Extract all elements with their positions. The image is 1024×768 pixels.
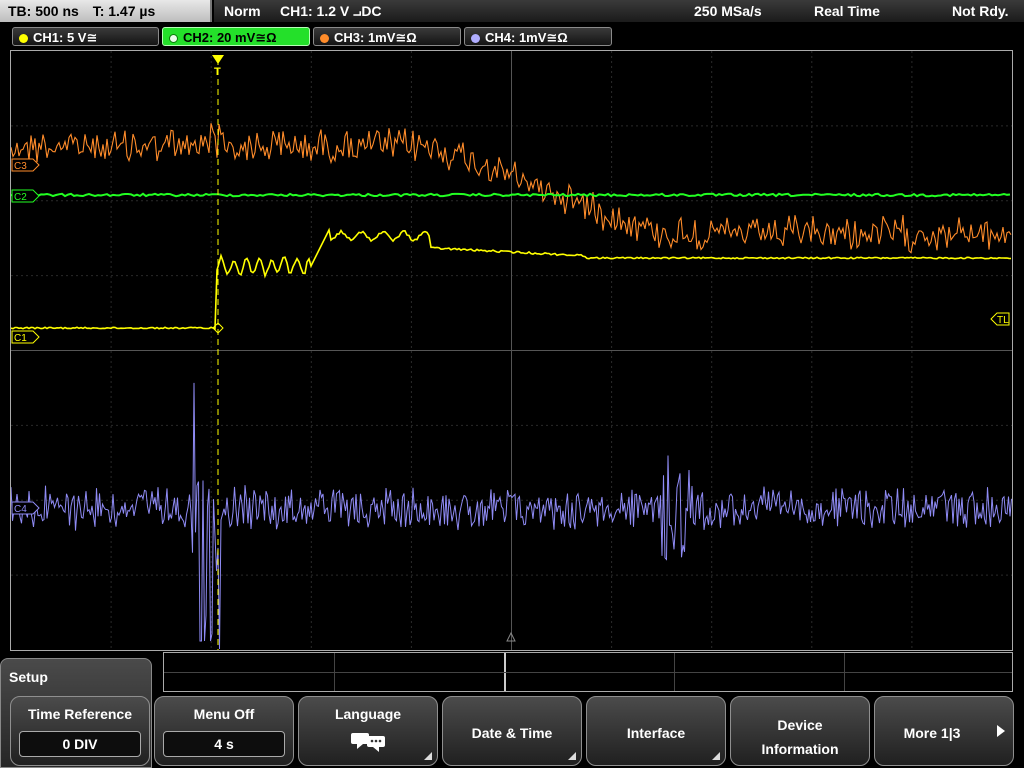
ch2-marker[interactable]: C2	[12, 190, 39, 203]
softkey-label: Interface	[587, 725, 725, 741]
time-reference-button[interactable]: Time Reference 0 DIV	[10, 696, 150, 766]
c3-label: C3	[14, 161, 27, 172]
channel-tab-ch2[interactable]: CH2: 20 mV≅Ω	[162, 27, 310, 46]
submenu-indicator-icon	[712, 752, 720, 760]
softkey-bar: Time Reference 0 DIV Menu Off 4 s Langua…	[0, 694, 1024, 768]
trigger-source[interactable]: CH1: 1.2 V ⨼DC	[280, 0, 382, 22]
device-information-button[interactable]: Device Information	[730, 696, 870, 766]
next-page-arrow-icon	[997, 725, 1005, 737]
top-bar: TB: 500 ns T: 1.47 µs Norm CH1: 1.2 V ⨼D…	[0, 0, 1024, 24]
softkey-label: Device Information	[761, 713, 839, 761]
softkey-label: More 1|3	[875, 725, 989, 741]
more-button[interactable]: More 1|3	[874, 696, 1014, 766]
ch4-dot-icon	[471, 34, 480, 43]
language-button[interactable]: Language	[298, 696, 438, 766]
acquisition-mode: Real Time	[814, 0, 880, 22]
menu-off-value: 4 s	[163, 731, 285, 757]
channel-label: CH2: 20 mV≅Ω	[183, 30, 277, 45]
waveform-display[interactable]: T C3 C2 C1 C4 TL	[10, 50, 1013, 651]
softkey-label: Menu Off	[155, 706, 293, 722]
trigger-pos-label: T	[214, 66, 221, 78]
timebase-label: TB: 500 ns	[8, 3, 79, 19]
c4-label: C4	[14, 504, 27, 515]
sample-rate: 250 MSa/s	[694, 0, 762, 22]
channel-tab-ch1[interactable]: CH1: 5 V≅	[12, 27, 159, 46]
channel-label: CH3: 1mV≅Ω	[334, 30, 417, 45]
trigger-level-marker[interactable]: TL	[991, 313, 1009, 326]
channel-tab-ch4[interactable]: CH4: 1mV≅Ω	[464, 27, 612, 46]
menu-off-button[interactable]: Menu Off 4 s	[154, 696, 294, 766]
softkey-label: Language	[299, 706, 437, 722]
timebase-box[interactable]: TB: 500 ns T: 1.47 µs	[0, 0, 212, 22]
trigger-mode[interactable]: Norm	[224, 0, 261, 22]
zoom-strip	[163, 652, 1013, 692]
time-reference-value: 0 DIV	[19, 731, 141, 757]
ch3-dot-icon	[320, 34, 329, 43]
menu-title: Setup	[9, 669, 48, 685]
interface-button[interactable]: Interface	[586, 696, 726, 766]
softkey-label: Date & Time	[443, 725, 581, 741]
ch2-trace	[11, 194, 1010, 196]
waveform-canvas: T C3 C2 C1 C4 TL	[11, 51, 1012, 650]
channel-bar: CH1: 5 V≅ CH2: 20 mV≅Ω CH3: 1mV≅Ω CH4: 1…	[0, 26, 1024, 48]
ch3-marker[interactable]: C3	[12, 159, 39, 172]
channel-label: CH4: 1mV≅Ω	[485, 30, 568, 45]
channel-label: CH1: 5 V≅	[33, 30, 97, 45]
c2-label: C2	[14, 192, 27, 203]
graticule-grid	[11, 51, 1012, 650]
speech-bubble-icon	[349, 731, 389, 753]
date-time-button[interactable]: Date & Time	[442, 696, 582, 766]
status-bar: Norm CH1: 1.2 V ⨼DC 250 MSa/s Real Time …	[214, 0, 1024, 22]
submenu-indicator-icon	[424, 752, 432, 760]
tl-label: TL	[997, 315, 1009, 326]
channel-tab-ch3[interactable]: CH3: 1mV≅Ω	[313, 27, 461, 46]
softkey-label: Time Reference	[11, 706, 149, 722]
ch2-dot-icon	[169, 34, 178, 43]
ch1-marker[interactable]: C1	[12, 331, 39, 344]
acquisition-state: Not Rdy.	[952, 0, 1009, 22]
trigger-position-marker[interactable]: T	[212, 55, 224, 650]
c1-label: C1	[14, 333, 27, 344]
ch1-dot-icon	[19, 34, 28, 43]
trigger-time-label: T: 1.47 µs	[93, 3, 156, 19]
submenu-indicator-icon	[568, 752, 576, 760]
